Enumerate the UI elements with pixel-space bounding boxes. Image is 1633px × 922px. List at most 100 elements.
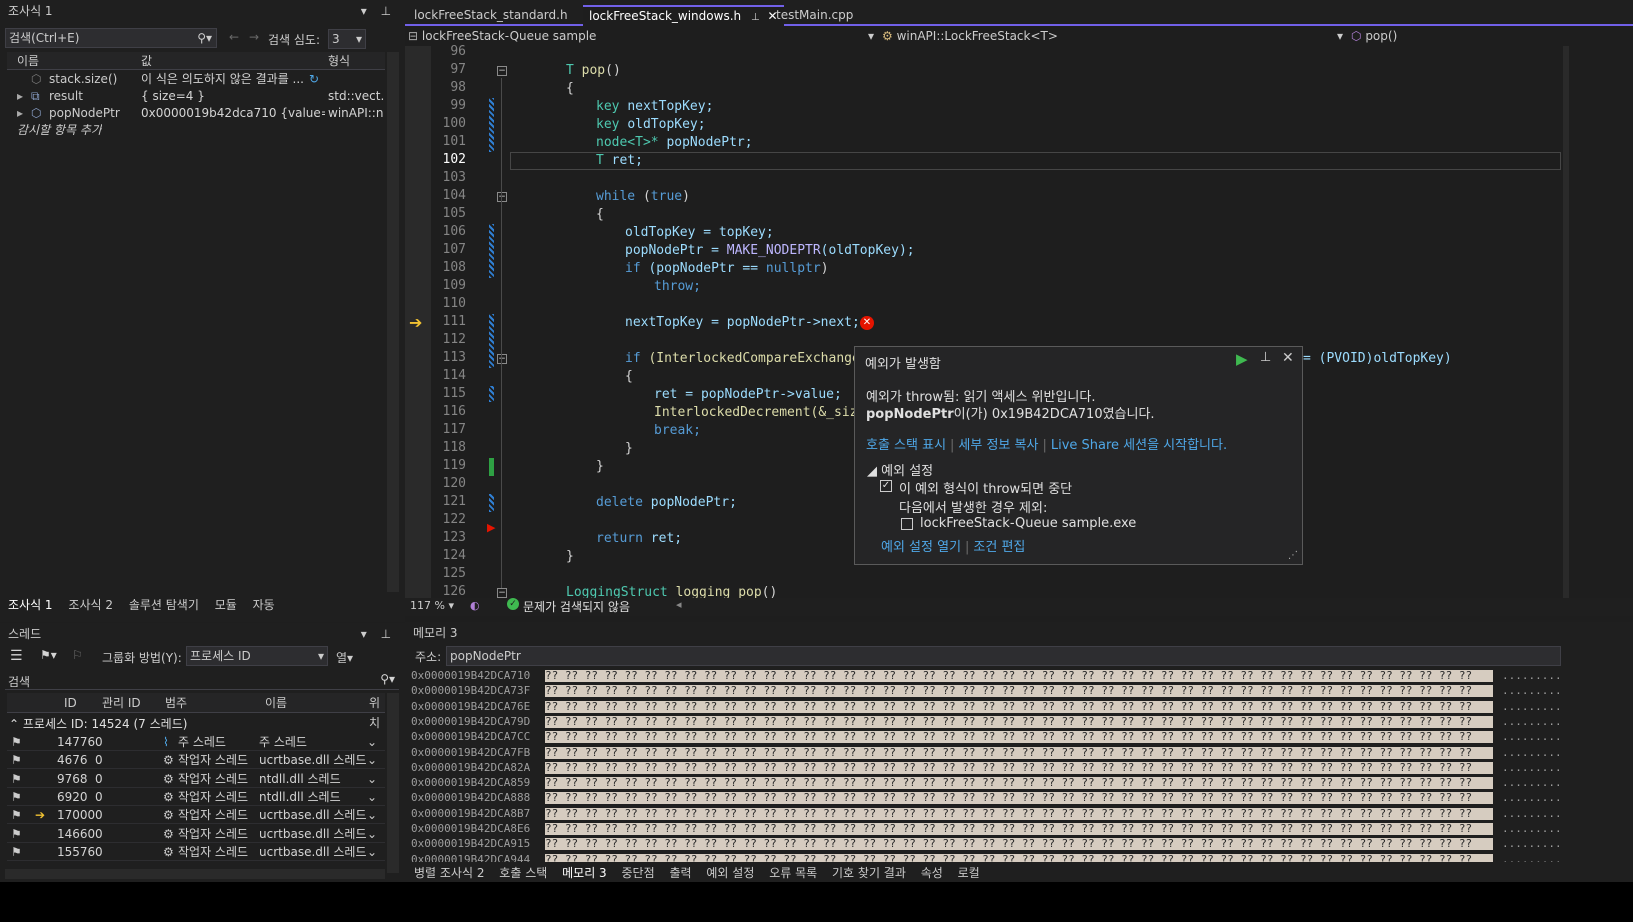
watch-search-input[interactable]: 검색(Ctrl+E) ⚲▾ <box>5 28 217 48</box>
chevron-down-icon[interactable]: ⌄ <box>367 788 377 806</box>
flag-icon[interactable]: ⚑ <box>11 806 22 824</box>
break-checkbox[interactable]: ✓ <box>880 480 892 492</box>
thread-row[interactable]: ⚑ 17000 0 ⚙ 작업자 스레드 ucrtbase.dll 스레드 ⌄ ➔ <box>7 806 385 825</box>
collapse-icon[interactable]: ⌃ <box>9 717 19 731</box>
error-icon[interactable]: ✕ <box>860 316 874 330</box>
tab-call-stack[interactable]: 호출 스택 <box>499 866 547 880</box>
tab-exception-settings[interactable]: 예외 설정 <box>706 866 754 880</box>
tab-modules[interactable]: 모듈 <box>215 598 237 612</box>
nav-scope-dropdown[interactable]: ⚙ winAPI::LockFreeStack<T> ▾ <box>882 27 1347 45</box>
tab-find-symbol-results[interactable]: 기호 찾기 결과 <box>832 866 906 880</box>
chevron-down-icon[interactable]: ⌄ <box>367 806 377 824</box>
threads-scrollbar[interactable] <box>387 693 399 873</box>
chevron-down-icon[interactable]: ⌄ <box>367 843 377 861</box>
thread-row[interactable]: ⚑ 14776 0 ⌇ 주 스레드 주 스레드 ⌄ <box>7 733 385 751</box>
editor-scrollbar[interactable] <box>1563 46 1569 598</box>
thread-row[interactable]: ⚑ 4676 0 ⚙ 작업자 스레드 ucrtbase.dll 스레드 ⌄ <box>7 751 385 770</box>
thread-row[interactable]: ⚑ 15576 0 ⚙ 작업자 스레드 ucrtbase.dll 스레드 ⌄ <box>7 843 385 861</box>
chevron-down-icon[interactable]: ⌄ <box>367 751 377 769</box>
expand-icon[interactable]: ▸ <box>17 87 23 105</box>
zoom-select[interactable]: 117 % ▾ <box>410 599 464 614</box>
nav-member-dropdown[interactable]: ⬡ pop() <box>1351 27 1561 45</box>
search-icon[interactable]: ⚲▾ <box>197 29 212 47</box>
collapse-icon[interactable]: − <box>497 354 507 364</box>
tab-testmain[interactable]: testMain.cpp <box>770 5 859 26</box>
watch-scrollbar[interactable] <box>387 52 399 592</box>
depth-select[interactable]: 3 ▾ <box>328 29 366 49</box>
thread-row[interactable]: ⚑ 6920 0 ⚙ 작업자 스레드 ntdll.dll 스레드 ⌄ <box>7 788 385 806</box>
watch-add-row[interactable]: 감시할 항목 추가 <box>7 121 385 139</box>
list-icon[interactable]: ☰ <box>10 648 23 664</box>
flag-icon[interactable]: ⚑ <box>11 788 22 806</box>
exe-checkbox[interactable] <box>901 518 913 530</box>
tab-error-list[interactable]: 오류 목록 <box>769 866 817 880</box>
threads-hscrollbar[interactable] <box>5 869 385 879</box>
search-icon[interactable]: ⚲▾ <box>380 672 395 686</box>
flag-icon[interactable]: ⚑ <box>11 733 22 751</box>
watch-row[interactable]: ⬡ stack.size() 이 식은 의도하지 않은 결과를 ... ↻ <box>7 70 385 88</box>
resize-grip-icon[interactable]: ⋰ <box>1288 550 1298 561</box>
expand-icon[interactable]: ▸ <box>17 104 23 122</box>
open-exception-settings-link[interactable]: 예외 설정 열기 <box>881 540 961 555</box>
intellicode-icon[interactable]: ◐ <box>470 599 480 612</box>
show-call-stack-link[interactable]: 호출 스택 표시 <box>866 438 946 453</box>
threads-col-managed[interactable]: 관리 ID <box>102 693 141 713</box>
collapse-icon[interactable]: − <box>497 192 507 202</box>
tab-watch-1[interactable]: 조사식 1 <box>8 598 53 612</box>
threads-col-category[interactable]: 범주 <box>165 693 187 713</box>
group-select[interactable]: 프로세스 ID ▾ <box>186 646 328 666</box>
flag-icon[interactable]: ⚑ <box>11 770 22 788</box>
pin-icon[interactable]: ⊥ <box>381 627 391 641</box>
refresh-icon[interactable]: ↻ <box>309 70 319 88</box>
close-icon[interactable]: ✕ <box>1282 350 1294 366</box>
chevron-down-icon[interactable]: ⌄ <box>367 733 377 751</box>
threads-search-input[interactable]: 검색 ⚲▾ <box>5 671 399 690</box>
process-group-header[interactable]: ⌃ 프로세스 ID: 14524 (7 스레드) <box>9 715 187 732</box>
tab-lockfreestack-windows[interactable]: lockFreeStack_windows.h ⊥ ✕ <box>583 5 784 26</box>
pin-icon[interactable]: ⊥ <box>751 12 760 23</box>
tab-parallel-watch-2[interactable]: 병렬 조사식 2 <box>414 866 484 880</box>
pin-icon[interactable]: ⊥ <box>381 4 391 18</box>
chevron-down-icon[interactable]: ⌄ <box>367 825 377 843</box>
watch-row[interactable]: ▸ ⧉ result { size=4 } std::vect... <box>7 87 385 105</box>
tab-lockfreestack-standard[interactable]: lockFreeStack_standard.h <box>408 5 574 26</box>
watch-add-item[interactable]: 감시할 항목 추가 <box>17 121 102 139</box>
thread-row[interactable]: ⚑ 14660 0 ⚙ 작업자 스레드 ucrtbase.dll 스레드 ⌄ <box>7 825 385 843</box>
threads-col-name[interactable]: 이름 <box>265 693 287 713</box>
threads-col-location[interactable]: 위치 <box>369 693 385 733</box>
scroll-left-icon[interactable]: ◂ <box>676 598 682 611</box>
back-arrow-icon[interactable]: ← <box>229 30 239 44</box>
exception-settings-header[interactable]: ◢ 예외 설정 <box>867 460 933 479</box>
tab-output[interactable]: 출력 <box>669 866 691 880</box>
tab-locals[interactable]: 로컬 <box>958 866 980 880</box>
columns-button[interactable]: 열▾ <box>336 649 353 666</box>
issues-status[interactable]: 문제가 검색되지 않음 <box>523 598 630 615</box>
flag-icon[interactable]: ⚑▾ <box>40 648 57 662</box>
flag-icon[interactable]: ⚑ <box>11 843 22 861</box>
address-input[interactable]: popNodePtr <box>446 646 1561 666</box>
watch-col-name[interactable]: 이름 <box>17 52 39 70</box>
flag-off-icon[interactable]: ⚐ <box>72 648 83 662</box>
tab-memory-3[interactable]: 메모리 3 <box>562 866 607 880</box>
threads-col-id[interactable]: ID <box>64 693 77 713</box>
edit-conditions-link[interactable]: 조건 편집 <box>973 540 1025 555</box>
copy-details-link[interactable]: 세부 정보 복사 <box>958 438 1038 453</box>
watch-col-type[interactable]: 형식 <box>328 52 350 70</box>
thread-row[interactable]: ⚑ 9768 0 ⚙ 작업자 스레드 ntdll.dll 스레드 ⌄ <box>7 770 385 788</box>
collapse-icon[interactable]: − <box>497 588 507 598</box>
forward-arrow-icon[interactable]: → <box>249 30 259 44</box>
tab-solution-explorer[interactable]: 솔루션 탐색기 <box>129 598 199 612</box>
dropdown-icon[interactable]: ▾ <box>361 627 367 641</box>
flag-icon[interactable]: ⚑ <box>11 825 22 843</box>
tab-watch-2[interactable]: 조사식 2 <box>68 598 113 612</box>
tab-breakpoints[interactable]: 중단점 <box>622 866 655 880</box>
tab-autos[interactable]: 자동 <box>253 598 275 612</box>
watch-col-value[interactable]: 값 <box>141 52 152 70</box>
breakpoint-hit-icon[interactable]: ▶ <box>487 521 495 534</box>
nav-project-dropdown[interactable]: ⊟ lockFreeStack-Queue sample ▾ <box>408 27 878 45</box>
chevron-down-icon[interactable]: ⌄ <box>367 770 377 788</box>
collapse-icon[interactable]: − <box>497 66 507 76</box>
live-share-link[interactable]: Live Share 세션을 시작합니다. <box>1051 438 1227 453</box>
tab-properties[interactable]: 속성 <box>921 866 943 880</box>
pin-icon[interactable]: ⊥ <box>1260 350 1271 365</box>
